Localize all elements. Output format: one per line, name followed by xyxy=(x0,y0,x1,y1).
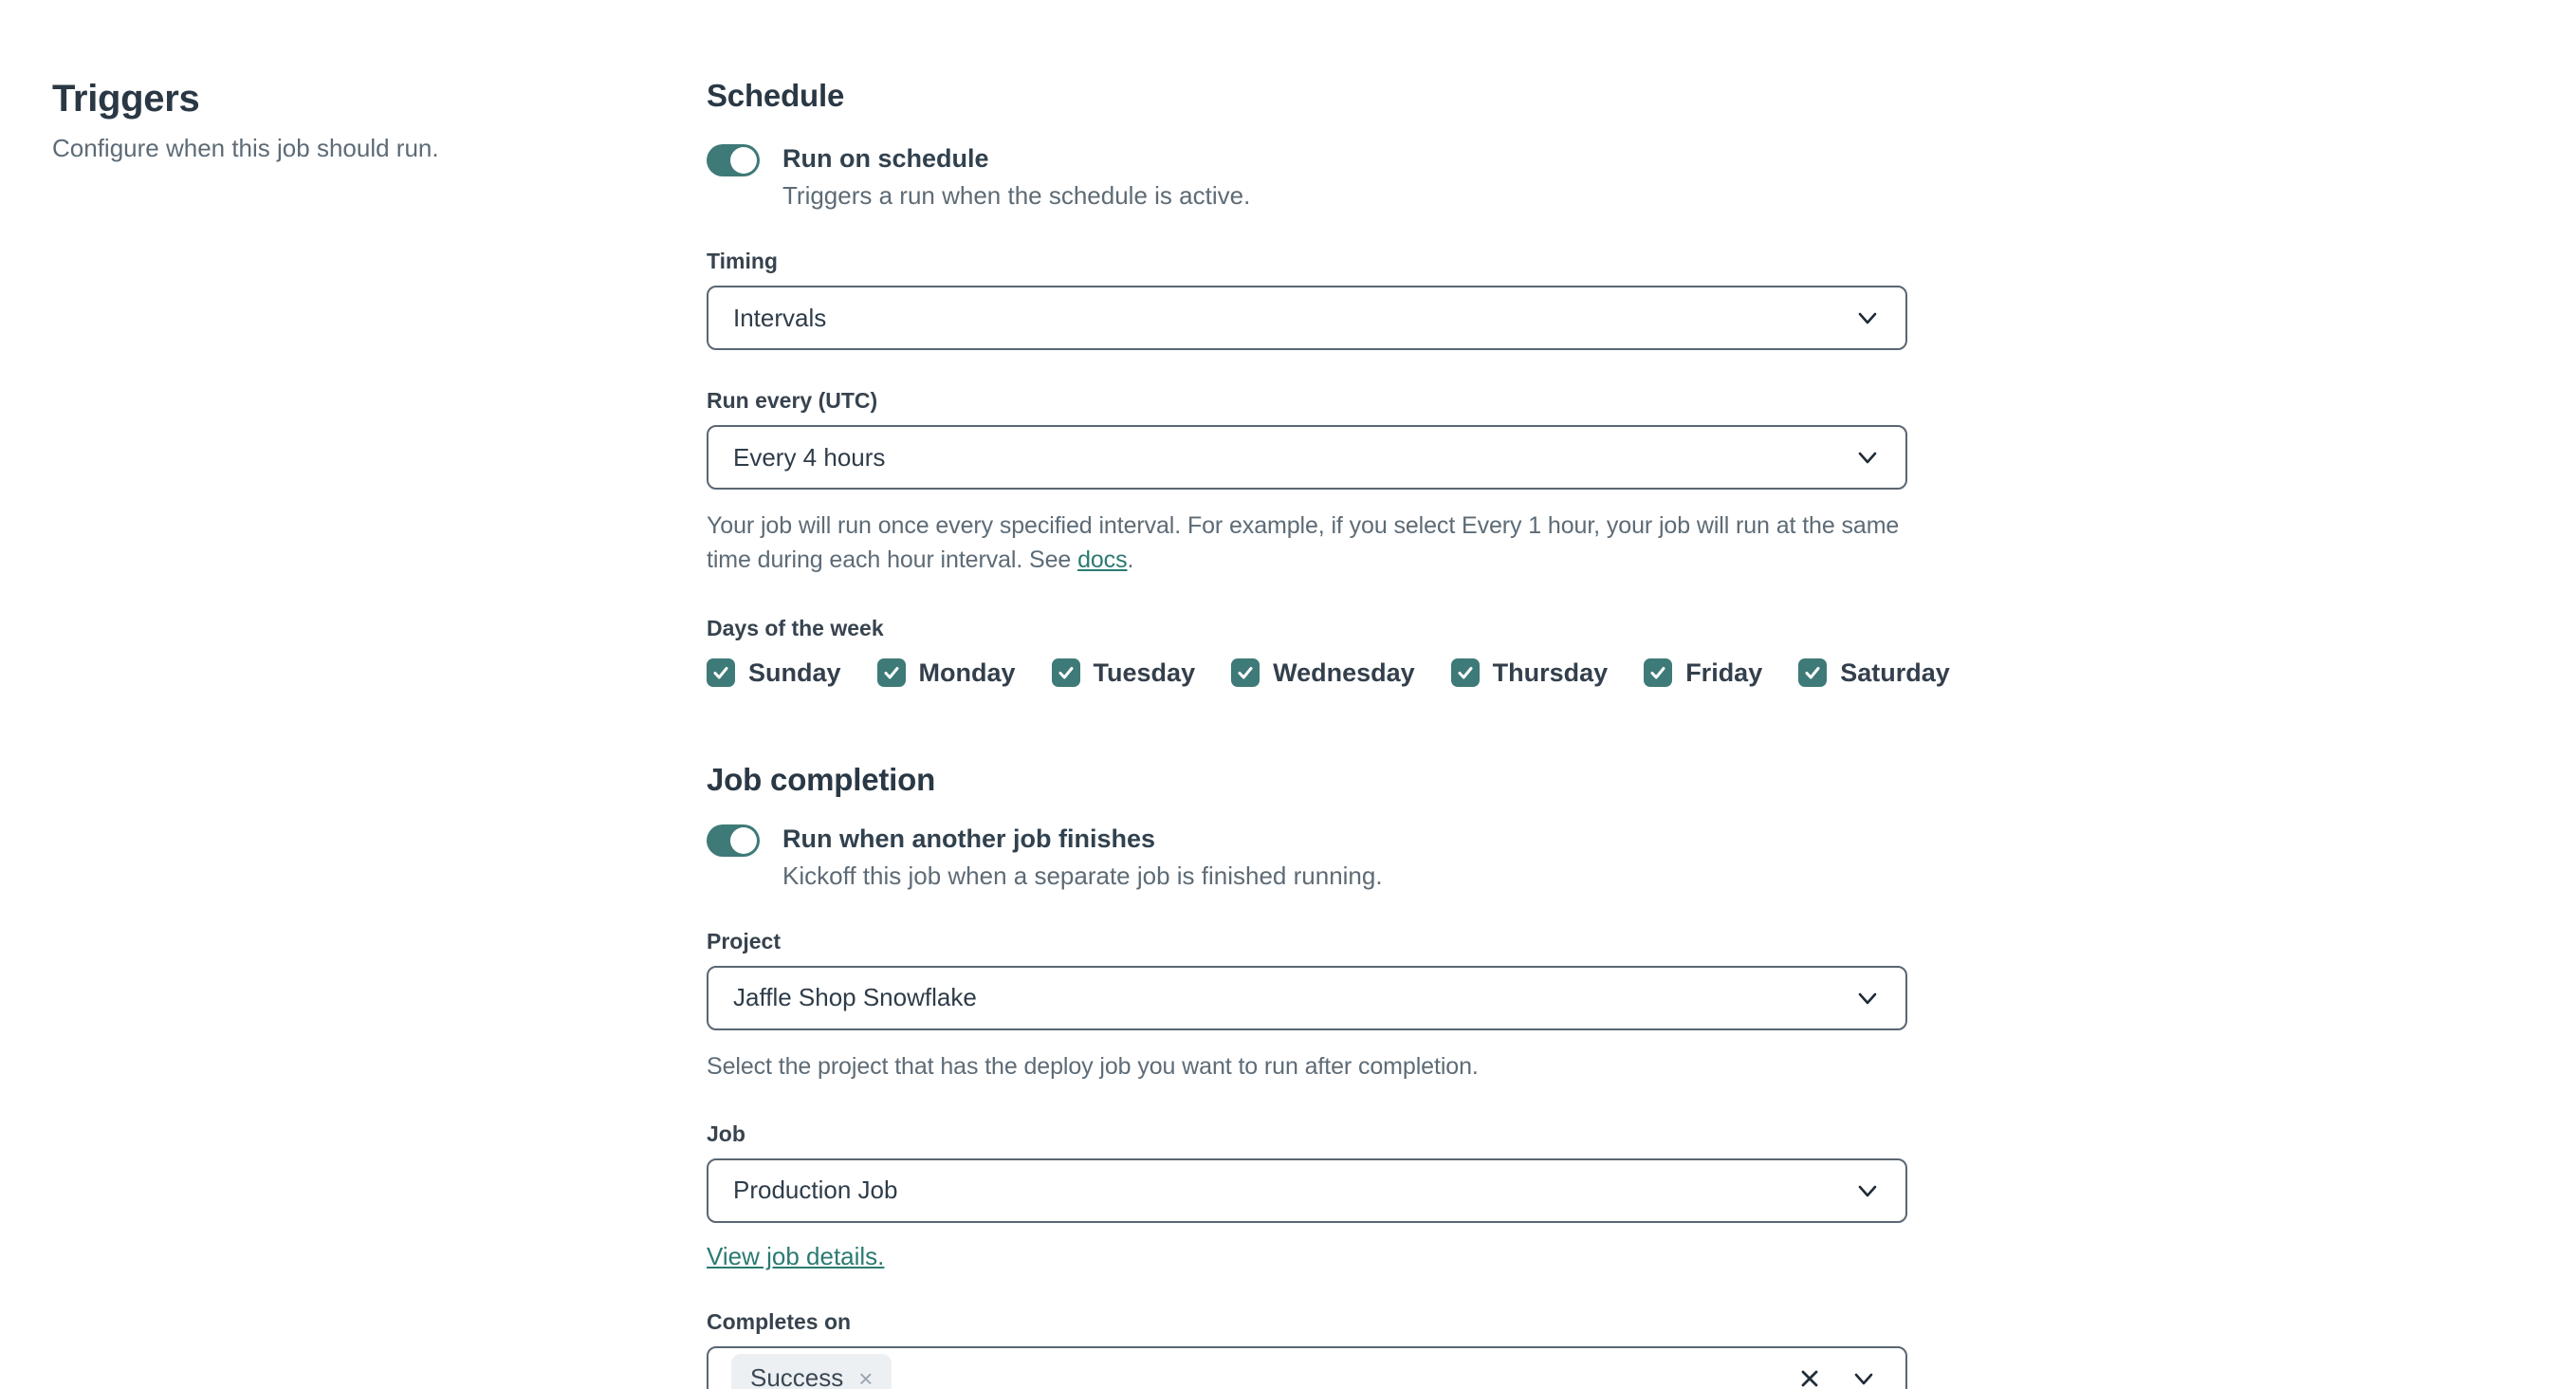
day-checkbox-saturday[interactable]: Saturday xyxy=(1798,658,1950,688)
run-every-select[interactable]: Every 4 hours xyxy=(707,425,1907,490)
checkbox-checked-icon xyxy=(1231,658,1260,687)
run-when-job-finishes-description: Kickoff this job when a separate job is … xyxy=(782,861,1383,890)
project-select[interactable]: Jaffle Shop Snowflake xyxy=(707,965,1907,1030)
project-select-value: Jaffle Shop Snowflake xyxy=(733,983,977,1011)
day-checkbox-monday[interactable]: Monday xyxy=(876,658,1016,688)
days-of-week-label: Days of the week xyxy=(707,615,884,640)
run-every-field: Run every (UTC) Every 4 hours Your job w… xyxy=(707,388,1907,578)
job-select-value: Production Job xyxy=(733,1176,898,1205)
schedule-section: Schedule Run on schedule Triggers a run … xyxy=(707,78,1950,688)
page-subtitle: Configure when this job should run. xyxy=(52,134,439,162)
checkbox-checked-icon xyxy=(1051,658,1080,687)
run-when-job-finishes-toggle[interactable] xyxy=(707,824,760,857)
job-label: Job xyxy=(707,1120,745,1146)
check-icon xyxy=(1058,667,1074,679)
run-every-label: Run every (UTC) xyxy=(707,388,878,413)
run-on-schedule-toggle[interactable] xyxy=(707,144,760,176)
chip-remove-icon[interactable]: × xyxy=(858,1366,873,1389)
schedule-heading: Schedule xyxy=(707,78,845,113)
timing-field: Timing Intervals xyxy=(707,249,1907,350)
job-completion-heading: Job completion xyxy=(707,761,936,797)
day-checkbox-tuesday[interactable]: Tuesday xyxy=(1051,658,1195,688)
day-checkbox-friday[interactable]: Friday xyxy=(1644,658,1762,688)
run-when-job-finishes-label: Run when another job finishes xyxy=(782,824,1156,853)
toggle-knob xyxy=(730,826,757,854)
timing-label: Timing xyxy=(707,249,778,273)
dropdown-open-button[interactable] xyxy=(1850,1365,1877,1389)
project-help-text: Select the project that has the deploy j… xyxy=(707,1052,1479,1080)
completes-on-label: Completes on xyxy=(707,1308,852,1334)
check-icon xyxy=(1238,667,1253,679)
days-of-week-row: Sunday Monday Tuesday Wednesday Thursday… xyxy=(707,658,1950,688)
check-icon xyxy=(1458,667,1473,679)
chevron-down-icon xyxy=(1858,452,1877,464)
check-icon xyxy=(1650,667,1665,679)
triggers-settings-page: Triggers Configure when this job should … xyxy=(0,0,2576,1389)
run-on-schedule-description: Triggers a run when the schedule is acti… xyxy=(782,181,1251,210)
toggle-knob xyxy=(730,147,757,174)
check-icon xyxy=(1805,667,1820,679)
chevron-down-icon xyxy=(1858,992,1877,1004)
day-checkbox-wednesday[interactable]: Wednesday xyxy=(1231,658,1415,688)
day-checkbox-sunday[interactable]: Sunday xyxy=(707,658,841,688)
triggers-form: Schedule Run on schedule Triggers a run … xyxy=(707,78,1950,1389)
checkbox-checked-icon xyxy=(707,658,735,687)
chevron-down-icon xyxy=(1854,1373,1873,1385)
run-on-schedule-row: Run on schedule Triggers a run when the … xyxy=(707,144,1907,211)
chip-label: Success xyxy=(750,1363,844,1389)
check-icon xyxy=(884,667,899,679)
days-of-week-field: Days of the week Sunday Monday Tuesday W… xyxy=(707,615,1950,688)
run-every-help-text: Your job will run once every specified i… xyxy=(707,512,1900,574)
view-job-details-link[interactable]: View job details. xyxy=(707,1242,884,1271)
timing-select[interactable]: Intervals xyxy=(707,286,1907,350)
run-when-job-finishes-row: Run when another job finishes Kickoff th… xyxy=(707,824,1907,891)
project-label: Project xyxy=(707,928,781,954)
checkbox-checked-icon xyxy=(1450,658,1480,687)
day-checkbox-thursday[interactable]: Thursday xyxy=(1450,658,1608,688)
run-on-schedule-label: Run on schedule xyxy=(782,144,989,173)
checkbox-checked-icon xyxy=(876,658,906,687)
checkbox-checked-icon xyxy=(1644,658,1673,687)
chevron-down-icon xyxy=(1858,312,1877,324)
triggers-intro-panel: Triggers Configure when this job should … xyxy=(52,78,707,1389)
checkbox-checked-icon xyxy=(1798,658,1828,687)
completes-on-multiselect[interactable]: Success × xyxy=(707,1345,1907,1389)
timing-select-value: Intervals xyxy=(733,303,827,332)
selected-chip-success: Success × xyxy=(731,1354,892,1389)
check-icon xyxy=(713,667,728,679)
docs-link[interactable]: docs xyxy=(1077,546,1128,573)
completes-on-field: Completes on Success × xyxy=(707,1309,1907,1389)
job-select[interactable]: Production Job xyxy=(707,1158,1907,1223)
x-clear-icon xyxy=(1801,1370,1818,1387)
clear-all-button[interactable] xyxy=(1797,1366,1822,1389)
job-field: Job Production Job View job details. xyxy=(707,1121,1907,1271)
job-completion-section: Job completion Run when another job fini… xyxy=(707,762,1907,1389)
chevron-down-icon xyxy=(1858,1185,1877,1197)
project-field: Project Jaffle Shop Snowflake Select the… xyxy=(707,929,1907,1083)
page-title: Triggers xyxy=(52,78,200,120)
run-every-select-value: Every 4 hours xyxy=(733,442,886,472)
